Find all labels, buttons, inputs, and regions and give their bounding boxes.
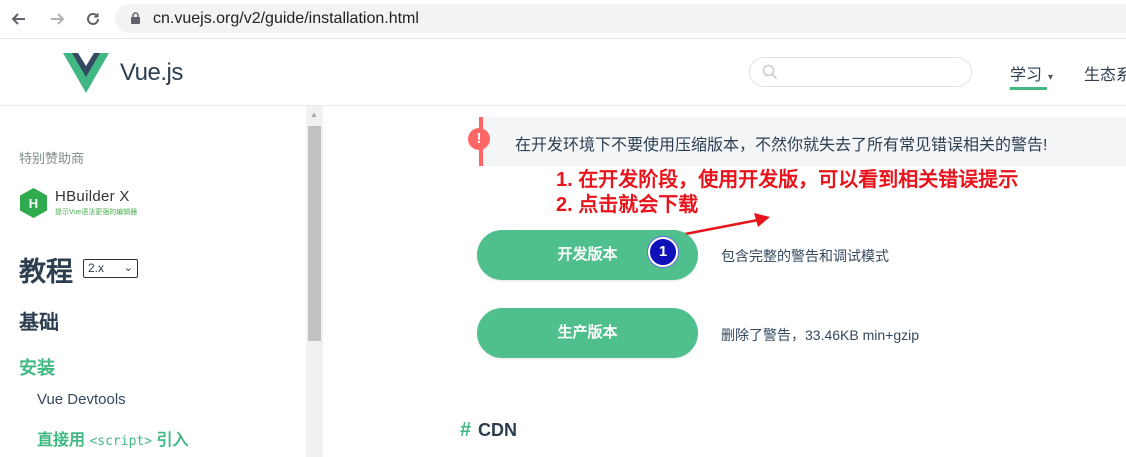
reload-icon[interactable] [82,8,104,30]
direct-suffix: 引入 [152,432,189,449]
sidebar-scrollbar[interactable]: ▲ [306,106,323,457]
sponsor-name[interactable]: HBuilder X [55,188,130,205]
prod-version-button[interactable]: 生产版本 [477,308,698,358]
step-marker: 1 [648,237,678,267]
address-bar[interactable]: cn.vuejs.org/v2/guide/installation.html [115,4,1126,33]
sponsor-tagline: 提示Vue语法更强的编辑器 [55,209,138,216]
version-select[interactable]: 2.x ⌄ [83,259,138,278]
chevron-down-icon: ▾ [1048,72,1054,83]
nav-learn-label: 学习 [1010,67,1043,84]
sidebar: 特别赞助商 H HBuilder X 提示Vue语法更强的编辑器 教程 2.x … [0,106,306,457]
sponsor-label: 特别赞助商 [19,151,85,166]
site-header: Vue.js 学习 ▾ 生态系 [0,39,1126,106]
direct-code: <script> [89,434,153,449]
arrow-right-icon[interactable] [46,8,68,30]
sidebar-item-devtools[interactable]: Vue Devtools [37,391,126,408]
direct-prefix: 直接用 [37,432,90,449]
scrollbar-thumb[interactable] [308,126,321,341]
search-icon [762,64,778,85]
dev-version-description: 包含完整的警告和调试模式 [721,248,889,264]
nav-learn[interactable]: 学习 ▾ [1010,61,1053,85]
url-text[interactable]: cn.vuejs.org/v2/guide/installation.html [153,10,419,28]
brand-name[interactable]: Vue.js [120,59,183,87]
warning-text: 在开发环境下不要使用压缩版本，不然你就失去了所有常见错误相关的警告! [515,137,1048,154]
sidebar-item-direct-script[interactable]: 直接用 <script> 引入 [37,426,189,450]
chevron-down-icon: ⌄ [123,262,133,274]
cdn-anchor-link[interactable]: # [460,419,471,442]
nav-ecosystem[interactable]: 生态系 [1084,61,1126,85]
nav-active-underline [1010,87,1047,90]
vue-logo-icon[interactable] [63,53,109,98]
search-input[interactable] [749,57,972,87]
sidebar-item-install[interactable]: 安装 [19,354,55,380]
hbuilder-logo-icon[interactable]: H [20,188,47,223]
tutorial-title: 教程 [19,257,73,287]
lock-icon[interactable] [130,12,141,30]
browser-toolbar: cn.vuejs.org/v2/guide/installation.html [0,0,1126,39]
prod-version-description: 删除了警告，33.46KB min+gzip [721,327,920,343]
cdn-heading: CDN [478,420,517,440]
scroll-up-icon[interactable]: ▲ [310,110,318,119]
section-basic: 基础 [19,312,59,334]
warning-icon: ! [468,128,490,150]
arrow-left-icon[interactable] [8,8,30,30]
hbuilder-logo-letter: H [29,196,38,211]
version-select-value: 2.x [88,261,105,275]
